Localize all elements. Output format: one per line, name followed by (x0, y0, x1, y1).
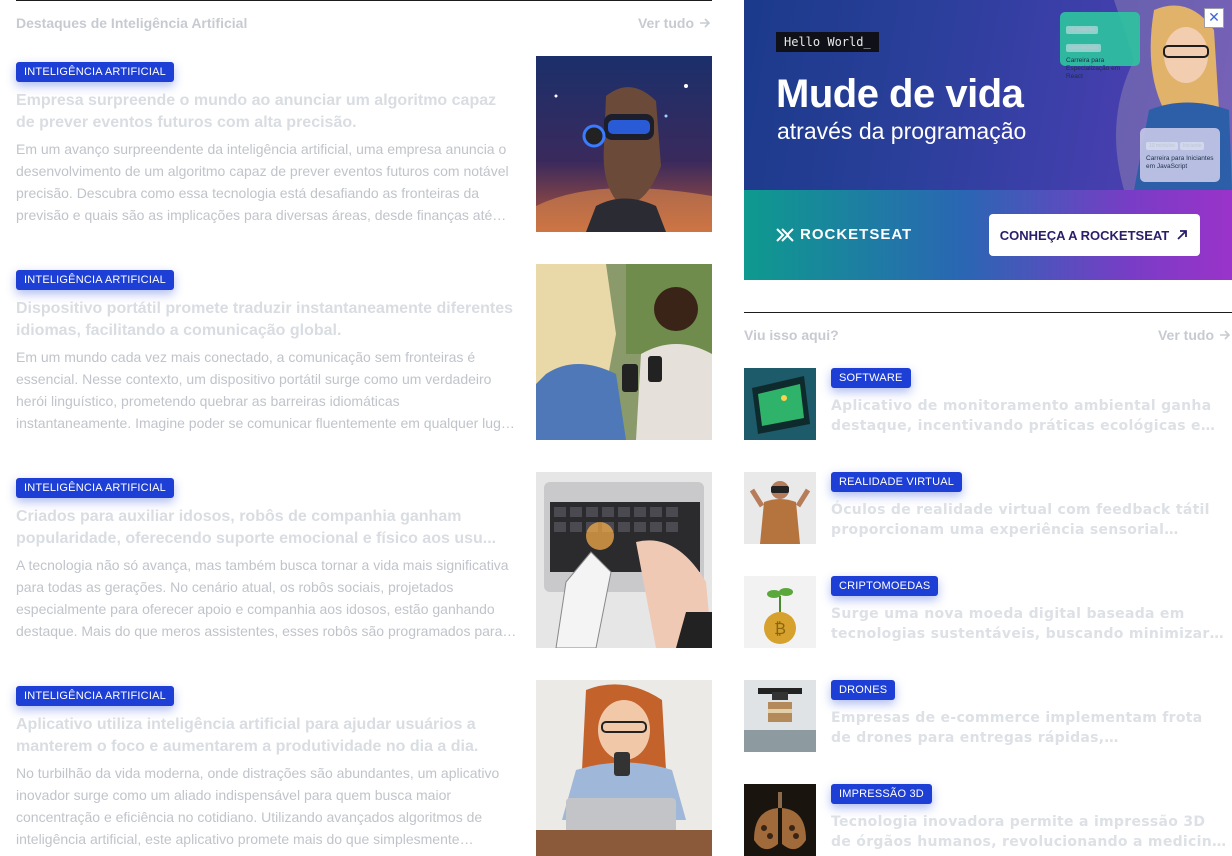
ad-course-card: 10 módulos Iniciante Carreira para Inicia… (1140, 128, 1220, 182)
card-chip: Iniciante (1179, 142, 1205, 150)
article-excerpt: Em um mundo cada vez mais conectado, a c… (16, 349, 514, 431)
ad-cta-label: CONHEÇA A ROCKETSEAT (999, 227, 1170, 243)
ad-subline: através da programação (777, 118, 1027, 144)
related-item[interactable]: IMPRESSÃO 3D Tecnologia inovadora permit… (744, 784, 1232, 856)
ad-cta-button[interactable]: CONHEÇA A ROCKETSEAT (989, 214, 1200, 256)
article-image[interactable] (536, 264, 712, 440)
article-card[interactable]: INTELIGÊNCIA ARTIFICIAL Dispositivo port… (16, 264, 712, 440)
ad-banner[interactable]: 20 módulos Intermediário Carreira para Es… (744, 0, 1232, 280)
related-image[interactable] (744, 472, 816, 544)
related-item[interactable]: DRONES Empresas de e-commerce implementa… (744, 680, 1232, 752)
related-image[interactable]: ₿ (744, 576, 816, 648)
article-excerpt: A tecnologia não só avança, mas também b… (16, 557, 509, 639)
article-card[interactable]: INTELIGÊNCIA ARTIFICIAL Aplicativo utili… (16, 680, 712, 856)
card-chip: Intermediário (1066, 44, 1102, 52)
card-chip: 20 módulos (1066, 26, 1098, 34)
ad-brand: ROCKETSEAT (776, 226, 912, 243)
category-badge[interactable]: REALIDADE VIRTUAL (831, 472, 963, 492)
arrow-up-right-icon (1177, 230, 1188, 240)
card-text: Carreira para Iniciantes em JavaScript (1146, 155, 1214, 170)
related-image[interactable] (744, 784, 816, 856)
related-title[interactable]: Surge uma nova moeda digital baseada em … (831, 604, 1227, 644)
card-text: Carreira para Especialização em React (1066, 57, 1121, 80)
card-chip: 10 módulos (1146, 142, 1178, 150)
arrow-right-icon (1220, 330, 1231, 340)
see-all-link[interactable]: Ver tudo (1158, 327, 1232, 343)
see-all-link[interactable]: Ver tudo (638, 15, 712, 31)
article-title[interactable]: Aplicativo utiliza inteligência artifici… (16, 714, 516, 758)
related-title[interactable]: Aplicativo de monitoramento ambiental ga… (831, 396, 1227, 436)
related-item[interactable]: REALIDADE VIRTUAL Óculos de realidade vi… (744, 472, 1232, 544)
section-header: Destaques de Inteligência Artificial Ver… (16, 1, 712, 45)
ad-headline: Mude de vida (776, 72, 1024, 116)
related-title[interactable]: Empresas de e-commerce implementam frota… (831, 708, 1227, 748)
related-title[interactable]: Óculos de realidade virtual com feedback… (831, 500, 1227, 540)
article-title[interactable]: Empresa surpreende o mundo ao anunciar u… (16, 90, 516, 134)
article-image[interactable] (536, 56, 712, 232)
article-excerpt: No turbilhão da vida moderna, onde distr… (16, 765, 500, 847)
category-badge[interactable]: INTELIGÊNCIA ARTIFICIAL (16, 270, 174, 290)
article-title[interactable]: Criados para auxiliar idosos, robôs de c… (16, 506, 516, 550)
related-title[interactable]: Tecnologia inovadora permite a impressão… (831, 812, 1227, 852)
related-section: Viu isso aqui? Ver tudo (744, 312, 1232, 357)
article-card[interactable]: INTELIGÊNCIA ARTIFICIAL Criados para aux… (16, 472, 712, 648)
article-card[interactable]: INTELIGÊNCIA ARTIFICIAL Empresa surpreen… (16, 56, 712, 232)
section-title: Destaques de Inteligência Artificial (16, 15, 248, 31)
rocketseat-logo-icon (776, 227, 794, 242)
category-badge[interactable]: INTELIGÊNCIA ARTIFICIAL (16, 478, 174, 498)
svg-text:₿: ₿ (774, 619, 786, 638)
category-badge[interactable]: SOFTWARE (831, 368, 911, 388)
related-item[interactable]: ₿ CRIPTOMOEDAS Surge uma nova moeda digi… (744, 576, 1232, 648)
category-badge[interactable]: INTELIGÊNCIA ARTIFICIAL (16, 686, 174, 706)
ad-brand-name: ROCKETSEAT (800, 226, 913, 243)
section-title: Viu isso aqui? (744, 327, 839, 343)
ad-close-button[interactable]: ✕ (1204, 8, 1224, 28)
related-item[interactable]: SOFTWARE Aplicativo de monitoramento amb… (744, 368, 1232, 440)
related-image[interactable] (744, 368, 816, 440)
category-badge[interactable]: INTELIGÊNCIA ARTIFICIAL (16, 62, 174, 82)
ad-course-card: 20 módulos Intermediário Carreira para Es… (1060, 12, 1140, 80)
section-header: Viu isso aqui? Ver tudo (744, 313, 1232, 357)
featured-section: Destaques de Inteligência Artificial Ver… (16, 0, 712, 856)
article-excerpt: Em um avanço surpreendente da inteligênc… (16, 141, 509, 223)
arrow-right-icon (700, 18, 711, 28)
related-image[interactable] (744, 680, 816, 752)
see-all-label: Ver tudo (637, 15, 694, 31)
article-image[interactable] (536, 472, 712, 648)
ad-code-tag: Hello World_ (776, 32, 879, 52)
see-all-label: Ver tudo (1157, 327, 1214, 343)
category-badge[interactable]: DRONES (831, 680, 896, 700)
category-badge[interactable]: CRIPTOMOEDAS (831, 576, 939, 596)
category-badge[interactable]: IMPRESSÃO 3D (831, 784, 932, 804)
article-title[interactable]: Dispositivo portátil promete traduzir in… (16, 298, 516, 342)
article-image[interactable] (536, 680, 712, 856)
